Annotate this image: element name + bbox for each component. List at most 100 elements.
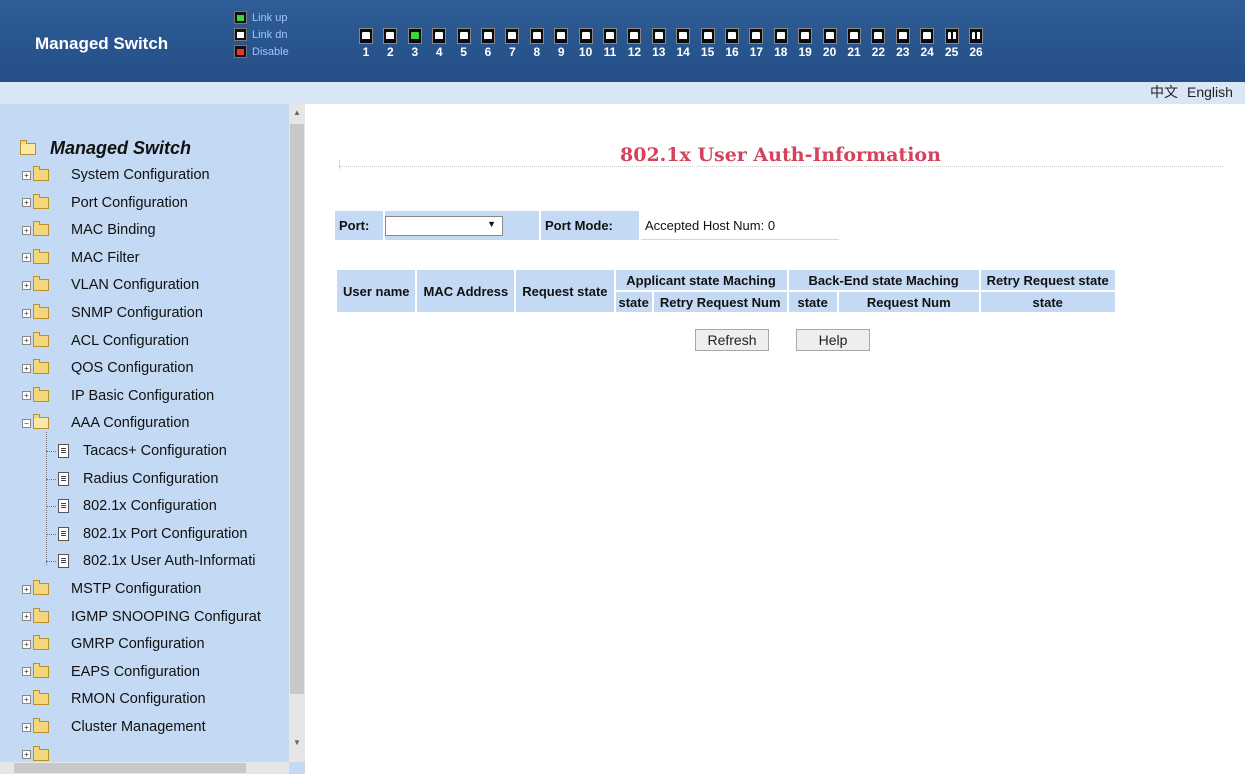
sidebar-item[interactable]: + MAC Binding bbox=[22, 219, 156, 241]
port-17[interactable]: 17 bbox=[748, 28, 764, 59]
port-mode-label: Port Mode: bbox=[541, 211, 639, 240]
scroll-up-arrow-icon[interactable]: ▲ bbox=[289, 108, 305, 117]
port-status-legend: Link up Link dn Disable bbox=[234, 6, 289, 63]
sidebar-item[interactable]: + SNMP Configuration bbox=[22, 302, 203, 324]
sidebar-subitem[interactable]: 802.1x Port Configuration bbox=[58, 523, 247, 545]
expand-icon[interactable]: + bbox=[22, 336, 31, 346]
ethernet-port-icon bbox=[456, 28, 471, 44]
hscroll-thumb[interactable] bbox=[14, 763, 246, 773]
col-request-state: Request state bbox=[516, 270, 614, 312]
top-header: Managed Switch Link up Link dn Disable 1… bbox=[0, 0, 1245, 82]
port-select[interactable]: ▼ bbox=[385, 215, 503, 236]
sidebar-horizontal-scrollbar[interactable] bbox=[0, 762, 289, 774]
col-retry-state: state bbox=[980, 292, 1115, 312]
port-16[interactable]: 16 bbox=[724, 28, 740, 59]
port-13[interactable]: 13 bbox=[651, 28, 667, 59]
port-23[interactable]: 23 bbox=[895, 28, 911, 59]
port-12[interactable]: 12 bbox=[626, 28, 642, 59]
port-number: 17 bbox=[749, 45, 764, 59]
sidebar-item[interactable]: + VLAN Configuration bbox=[22, 274, 199, 296]
scroll-down-arrow-icon[interactable]: ▼ bbox=[289, 738, 305, 747]
port-2[interactable]: 2 bbox=[382, 28, 398, 59]
tree-guide-line bbox=[46, 506, 56, 508]
sidebar-item[interactable]: + IGMP SNOOPING Configurat bbox=[22, 606, 261, 628]
port-24[interactable]: 24 bbox=[919, 28, 935, 59]
expand-icon[interactable]: + bbox=[22, 280, 31, 290]
sidebar-item[interactable]: + QOS Configuration bbox=[22, 357, 194, 379]
lang-chinese-link[interactable]: 中文 bbox=[1150, 82, 1178, 102]
sidebar-vertical-scrollbar[interactable]: ▲ ▼ bbox=[289, 104, 305, 762]
port-15[interactable]: 15 bbox=[700, 28, 716, 59]
ethernet-port-icon bbox=[383, 28, 398, 44]
sidebar-item[interactable]: − AAA Configuration bbox=[22, 412, 190, 434]
sidebar-subitem[interactable]: Radius Configuration bbox=[58, 468, 218, 490]
sidebar-item[interactable]: + ACL Configuration bbox=[22, 330, 189, 352]
tree-guide-line bbox=[46, 533, 56, 535]
document-icon bbox=[58, 471, 69, 486]
port-11[interactable]: 11 bbox=[602, 28, 618, 59]
expand-icon[interactable]: + bbox=[22, 253, 31, 263]
expand-icon[interactable]: + bbox=[22, 667, 31, 677]
ethernet-port-icon bbox=[432, 28, 447, 44]
help-button[interactable]: Help bbox=[796, 329, 870, 351]
port-26[interactable]: 26 bbox=[968, 28, 984, 59]
expand-icon[interactable]: + bbox=[22, 391, 31, 401]
expand-icon[interactable]: + bbox=[22, 639, 31, 649]
port-22[interactable]: 22 bbox=[870, 28, 886, 59]
col-applicant-state: state bbox=[615, 292, 652, 312]
sidebar-item[interactable]: + Cluster Management bbox=[22, 716, 206, 738]
sidebar-item[interactable]: + System Configuration bbox=[22, 164, 210, 186]
sidebar-item-label: EAPS Configuration bbox=[71, 663, 200, 680]
sidebar-item-label: VLAN Configuration bbox=[71, 277, 200, 294]
expand-icon[interactable]: + bbox=[22, 363, 31, 373]
expand-icon[interactable]: + bbox=[22, 612, 31, 622]
tree-root[interactable]: Managed Switch bbox=[20, 138, 191, 159]
port-4[interactable]: 4 bbox=[431, 28, 447, 59]
expand-icon[interactable]: + bbox=[22, 198, 31, 208]
sidebar-subitem[interactable]: 802.1x User Auth-Informati bbox=[58, 550, 255, 572]
ethernet-port-icon bbox=[529, 28, 544, 44]
expand-icon[interactable]: + bbox=[22, 722, 31, 732]
port-3[interactable]: 3 bbox=[407, 28, 423, 59]
folder-icon bbox=[33, 718, 49, 733]
auth-info-table: User name MAC Address Request state Appl… bbox=[335, 268, 1117, 314]
port-18[interactable]: 18 bbox=[773, 28, 789, 59]
port-20[interactable]: 20 bbox=[822, 28, 838, 59]
port-1[interactable]: 1 bbox=[358, 28, 374, 59]
expand-icon[interactable]: + bbox=[22, 750, 31, 760]
scroll-thumb[interactable] bbox=[290, 124, 304, 694]
sidebar-item-partial[interactable]: + bbox=[22, 744, 49, 762]
sidebar-subitem[interactable]: Tacacs+ Configuration bbox=[58, 440, 227, 462]
expand-icon[interactable]: + bbox=[22, 170, 31, 180]
sidebar-item[interactable]: + Port Configuration bbox=[22, 192, 188, 214]
port-10[interactable]: 10 bbox=[578, 28, 594, 59]
expand-icon[interactable]: + bbox=[22, 225, 31, 235]
sidebar-subitem-label: Tacacs+ Configuration bbox=[83, 443, 227, 459]
sidebar-subitem[interactable]: 802.1x Configuration bbox=[58, 495, 217, 517]
sidebar-item[interactable]: + EAPS Configuration bbox=[22, 661, 200, 683]
sidebar-item[interactable]: + IP Basic Configuration bbox=[22, 385, 214, 407]
refresh-button[interactable]: Refresh bbox=[695, 329, 769, 351]
expand-icon[interactable]: + bbox=[22, 694, 31, 704]
document-icon bbox=[58, 499, 69, 514]
sidebar-item[interactable]: + RMON Configuration bbox=[22, 688, 206, 710]
port-7[interactable]: 7 bbox=[504, 28, 520, 59]
sidebar-item[interactable]: + GMRP Configuration bbox=[22, 633, 205, 655]
document-icon bbox=[58, 526, 69, 541]
port-6[interactable]: 6 bbox=[480, 28, 496, 59]
port-14[interactable]: 14 bbox=[675, 28, 691, 59]
collapse-icon[interactable]: − bbox=[22, 418, 31, 428]
sidebar-item-label: IP Basic Configuration bbox=[71, 387, 215, 404]
port-9[interactable]: 9 bbox=[553, 28, 569, 59]
sidebar-item[interactable]: + MSTP Configuration bbox=[22, 578, 201, 600]
port-21[interactable]: 21 bbox=[846, 28, 862, 59]
lang-english-link[interactable]: English bbox=[1187, 82, 1233, 102]
expand-icon[interactable]: + bbox=[22, 584, 31, 594]
port-8[interactable]: 8 bbox=[529, 28, 545, 59]
port-number: 19 bbox=[798, 45, 812, 59]
port-19[interactable]: 19 bbox=[797, 28, 813, 59]
port-5[interactable]: 5 bbox=[456, 28, 472, 59]
sidebar-item[interactable]: + MAC Filter bbox=[22, 247, 139, 269]
expand-icon[interactable]: + bbox=[22, 308, 31, 318]
port-25[interactable]: 25 bbox=[944, 28, 960, 59]
